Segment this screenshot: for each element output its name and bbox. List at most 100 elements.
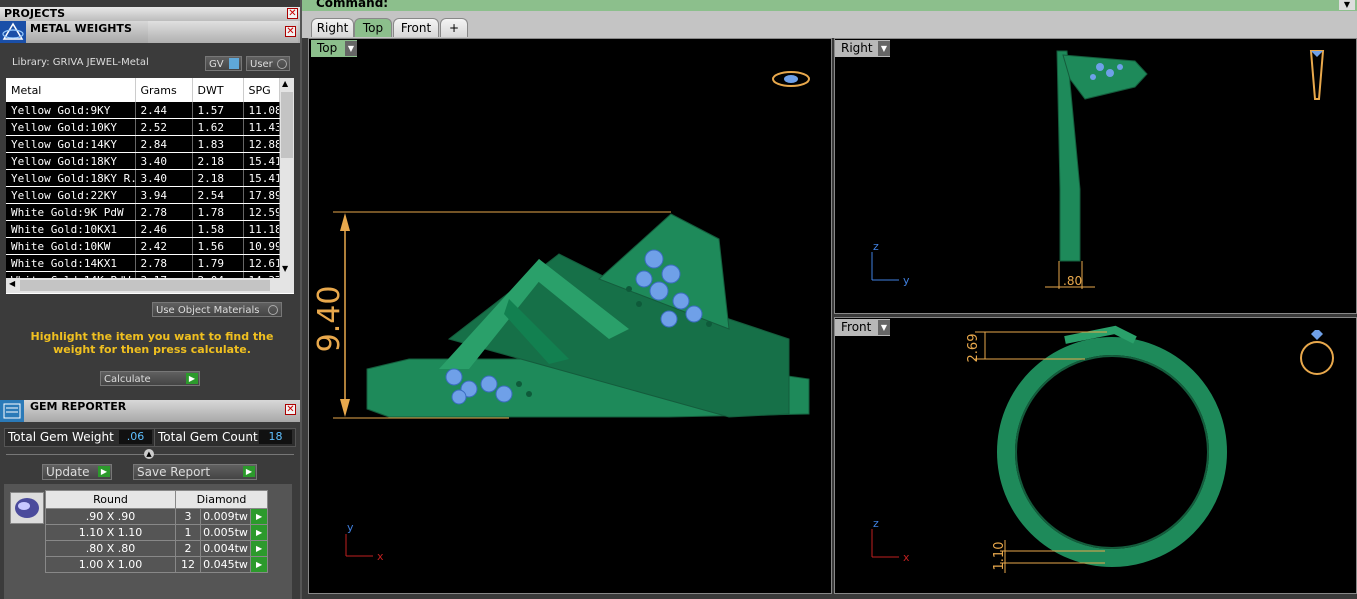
- table-row[interactable]: White Gold:9K PdW 2.78 1.78 12.59: [6, 203, 280, 221]
- metal-weights-header: METAL WEIGHTS ✕: [0, 21, 300, 43]
- table-cell: 15.41: [243, 152, 280, 170]
- projects-close-button[interactable]: ✕: [287, 8, 298, 19]
- save-report-go-icon: ▶: [243, 466, 255, 477]
- table-cell: Yellow Gold:9KY: [6, 102, 136, 119]
- gem-select-icon[interactable]: ▶: [249, 524, 269, 541]
- metal-table-vscroll[interactable]: ▲ ▼: [280, 78, 294, 278]
- gem-select-icon[interactable]: ▶: [249, 540, 269, 557]
- projects-header: PROJECTS ✕: [0, 7, 300, 21]
- table-cell: 12.88: [243, 135, 280, 153]
- update-button[interactable]: Update ▶: [42, 464, 112, 480]
- gv-label: GV: [209, 59, 224, 70]
- table-cell: 1.79: [192, 254, 244, 272]
- library-label: Library: GRIVA JEWEL-Metal: [12, 57, 149, 68]
- user-toggle[interactable]: User: [246, 56, 290, 71]
- gem-select-icon[interactable]: ▶: [249, 508, 269, 525]
- total-gem-count-box: Total Gem Count 18: [154, 428, 296, 447]
- scroll-left-icon[interactable]: ◀: [9, 279, 15, 288]
- table-row[interactable]: Yellow Gold:9KY 2.44 1.57 11.08: [6, 102, 280, 119]
- gem-reporter-header: GEM REPORTER ✕: [0, 400, 300, 422]
- table-row[interactable]: White Gold:14KX1 2.78 1.79 12.61: [6, 254, 280, 272]
- orientation-ring-front-icon: [1300, 341, 1334, 375]
- table-cell: 2.46: [135, 220, 193, 238]
- table-cell: 11.08: [243, 102, 280, 119]
- gem-select-icon[interactable]: ▶: [249, 556, 269, 573]
- gem-cell: 1: [175, 524, 201, 541]
- scroll-up-icon[interactable]: ▲: [282, 79, 288, 88]
- viewport-front[interactable]: Front ▼ 2.69 1.10 z x: [834, 317, 1357, 594]
- table-cell: 12.59: [243, 203, 280, 221]
- right-dimension-text: .80: [1063, 274, 1082, 288]
- table-cell: 10.99: [243, 237, 280, 255]
- right-axis-y: y: [903, 274, 910, 287]
- gem-list-area: Round Diamond .90 X .90 3 0.009tw ▶ 1.10 X 1…: [4, 484, 292, 599]
- calculate-button[interactable]: Calculate ▶: [100, 371, 200, 386]
- gem-row[interactable]: .80 X .80 2 0.004tw ▶: [45, 540, 269, 557]
- hscroll-thumb[interactable]: [20, 280, 270, 291]
- table-cell: Yellow Gold:22KY: [6, 186, 136, 204]
- metal-table: Metal Grams DWT SPG Yellow Gold:9KY 2.44 1…: [6, 78, 280, 289]
- gem-cell: 0.045tw: [200, 556, 251, 573]
- col-grams[interactable]: Grams: [135, 78, 193, 102]
- gem-cell: 2: [175, 540, 201, 557]
- table-row[interactable]: White Gold:10KX1 2.46 1.58 11.18: [6, 220, 280, 238]
- table-cell: Yellow Gold:18KY: [6, 152, 136, 170]
- gv-toggle[interactable]: GV: [205, 56, 242, 71]
- gem-cell: 12: [175, 556, 201, 573]
- gem-cell: 0.005tw: [200, 524, 251, 541]
- viewport-top[interactable]: Top ▼ 9.40 y x: [308, 38, 832, 594]
- table-row[interactable]: White Gold:10KW 2.42 1.56 10.99: [6, 237, 280, 255]
- col-spg[interactable]: SPG: [243, 78, 280, 102]
- metal-weights-close-button[interactable]: ✕: [285, 26, 296, 37]
- scroll-down-icon[interactable]: ▼: [282, 264, 288, 273]
- front-view-render: 2.69 1.10 z x: [871, 325, 1334, 573]
- tab-add[interactable]: +: [440, 18, 468, 37]
- table-cell: 15.41: [243, 169, 280, 187]
- right-axis-z: z: [873, 240, 879, 253]
- save-report-label: Save Report: [137, 465, 211, 479]
- table-cell: 11.18: [243, 220, 280, 238]
- gem-cell: 1.10 X 1.10: [45, 524, 176, 541]
- command-label: Command:: [316, 0, 389, 10]
- gem-cell: .80 X .80: [45, 540, 176, 557]
- table-row[interactable]: Yellow Gold:14KY 2.84 1.83 12.88: [6, 135, 280, 153]
- user-radio: [277, 59, 287, 69]
- collapse-icon[interactable]: ▲: [144, 449, 154, 459]
- gem-reporter-close-button[interactable]: ✕: [285, 404, 296, 415]
- table-cell: 2.78: [135, 254, 193, 272]
- gem-cell: 3: [175, 508, 201, 525]
- vscroll-thumb[interactable]: [281, 92, 293, 158]
- table-cell: 2.78: [135, 203, 193, 221]
- gem-row[interactable]: 1.10 X 1.10 1 0.005tw ▶: [45, 524, 269, 541]
- viewport-right[interactable]: Right ▼ .80 z y: [834, 38, 1357, 314]
- tab-front[interactable]: Front: [393, 18, 439, 37]
- total-gem-weight-value: .06: [119, 430, 152, 444]
- table-cell: 1.56: [192, 237, 244, 255]
- total-gem-weight-box: Total Gem Weight .06: [4, 428, 156, 447]
- front-axis-z: z: [873, 517, 879, 530]
- gem-row[interactable]: 1.00 X 1.00 12 0.045tw ▶: [45, 556, 269, 573]
- left-panel: PROJECTS ✕ METAL WEIGHTS ✕ Library: GRIV…: [0, 0, 302, 599]
- front-dimension-bottom-text: 1.10: [992, 542, 1007, 571]
- calculate-label: Calculate: [104, 374, 151, 385]
- gem-row[interactable]: .90 X .90 3 0.009tw ▶: [45, 508, 269, 525]
- metal-table-container: Metal Grams DWT SPG Yellow Gold:9KY 2.44 1…: [6, 78, 294, 294]
- save-report-button[interactable]: Save Report ▶: [133, 464, 257, 480]
- tab-right[interactable]: Right: [311, 18, 354, 37]
- gem-table: Round Diamond .90 X .90 3 0.009tw ▶ 1.10 X 1…: [45, 490, 269, 573]
- table-cell: White Gold:14KX1: [6, 254, 136, 272]
- col-dwt[interactable]: DWT: [192, 78, 244, 102]
- command-dropdown-icon[interactable]: ▼: [1339, 0, 1355, 10]
- tab-top[interactable]: Top: [354, 18, 392, 37]
- gem-cell: 0.004tw: [200, 540, 251, 557]
- table-row[interactable]: Yellow Gold:18KY 3.40 2.18 15.41: [6, 152, 280, 170]
- col-metal[interactable]: Metal: [6, 78, 136, 102]
- table-row[interactable]: Yellow Gold:10KY 2.52 1.62 11.43: [6, 118, 280, 136]
- table-row[interactable]: Yellow Gold:18KY R...3.402.1815.41: [6, 169, 280, 187]
- gem-thumbnail[interactable]: [10, 492, 44, 524]
- metal-weights-title: METAL WEIGHTS: [30, 22, 132, 35]
- table-row[interactable]: Yellow Gold:22KY 3.94 2.54 17.89: [6, 186, 280, 204]
- metal-table-hscroll[interactable]: ◀: [6, 278, 294, 293]
- table-cell: 2.18: [192, 169, 244, 187]
- use-object-materials-toggle[interactable]: Use Object Materials: [152, 302, 282, 317]
